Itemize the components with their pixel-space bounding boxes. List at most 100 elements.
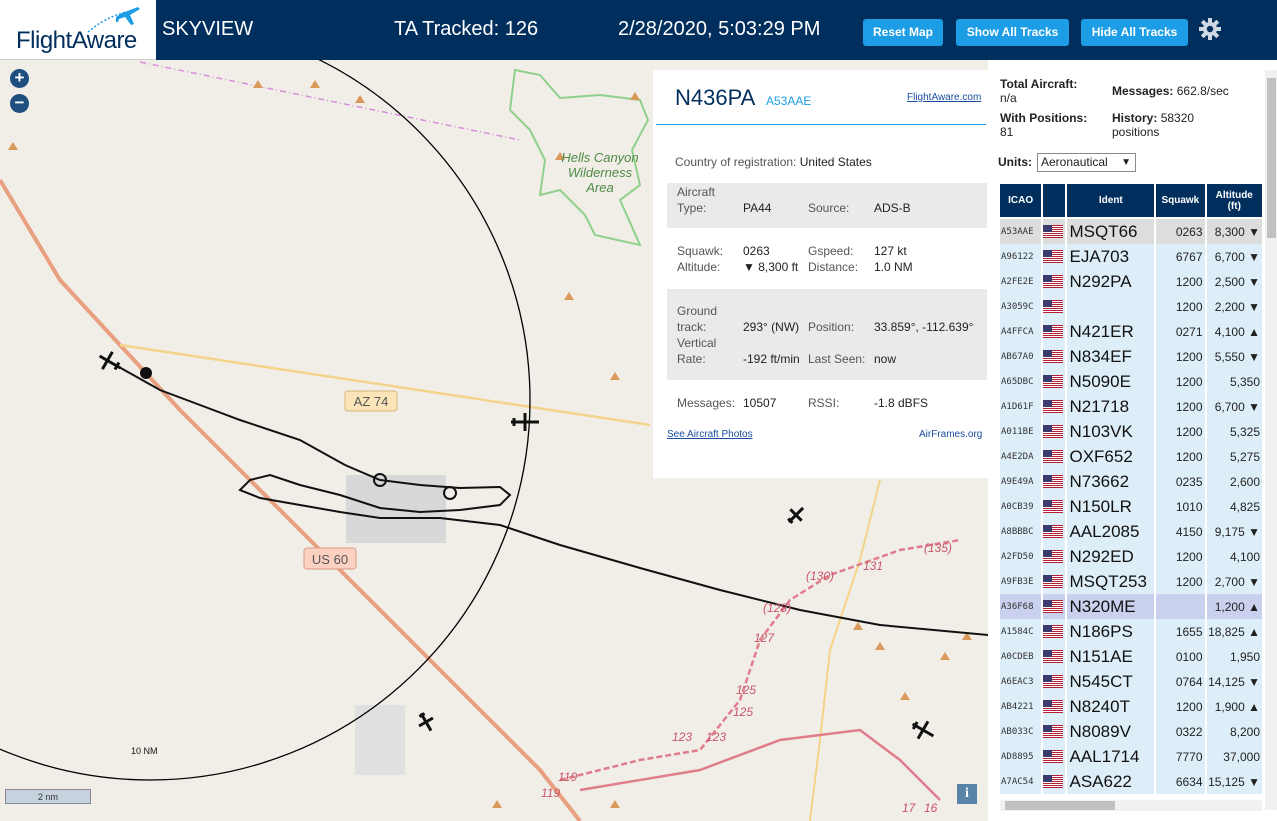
history: History: 58320 positions [1112, 111, 1195, 139]
table-row[interactable]: A1D61F N21718 1200 6,700 ▼ [1000, 394, 1262, 419]
altitude-cell: 2,700 ▼ [1206, 569, 1262, 594]
svg-text:127: 127 [754, 631, 775, 645]
us-flag-icon [1043, 344, 1066, 369]
svg-text:16: 16 [924, 801, 938, 815]
divider [656, 124, 986, 125]
squawk-cell: 0764 [1156, 669, 1205, 694]
scrollbar-thumb[interactable] [1267, 78, 1276, 238]
local-road [809, 479, 881, 821]
table-row[interactable]: A8BBBC AAL2085 4150 9,175 ▼ [1000, 519, 1262, 544]
units-select[interactable]: Aeronautical ▼ [1037, 153, 1136, 172]
range-ring-label: 10 NM [131, 746, 158, 756]
top-bar: FlightAware SKYVIEW TA Tracked: 126 2/28… [0, 0, 1277, 60]
table-row[interactable]: A3059C 1200 2,200 ▼ [1000, 294, 1262, 319]
icao-cell: A011BE [1000, 419, 1042, 444]
svg-text:(135): (135) [924, 541, 952, 555]
icao-cell: A2FD50 [1000, 544, 1042, 569]
table-row[interactable]: A7AC54 ASA622 6634 15,125 ▼ [1000, 769, 1262, 794]
col-flag[interactable] [1043, 184, 1066, 219]
table-row[interactable]: A65DBC N5090E 1200 5,350 [1000, 369, 1262, 394]
altitude-cell: 5,275 [1206, 444, 1262, 469]
gear-icon[interactable] [1197, 16, 1223, 42]
altitude-cell: 37,000 [1206, 744, 1262, 769]
table-row[interactable]: A6EAC3 N545CT 0764 14,125 ▼ [1000, 669, 1262, 694]
info-button[interactable]: i [957, 784, 977, 804]
squawk-cell: 1200 [1156, 269, 1205, 294]
hide-all-tracks-button[interactable]: Hide All Tracks [1081, 19, 1188, 46]
us-flag-icon [1043, 319, 1066, 344]
chevron-down-icon: ▼ [1121, 157, 1131, 168]
table-row[interactable]: A4FFCA N421ER 0271 4,100 ▲ [1000, 319, 1262, 344]
us-flag-icon [1043, 519, 1066, 544]
aircraft-hex: A53AAE [766, 94, 812, 108]
icao-cell: A9FB3E [1000, 569, 1042, 594]
table-row[interactable]: A9FB3E MSQT253 1200 2,700 ▼ [1000, 569, 1262, 594]
type-block: Aircraft Type: PA44 Source: ADS-B [667, 183, 987, 228]
table-row[interactable]: AD8895 AAL1714 7770 37,000 [1000, 744, 1262, 769]
table-row[interactable]: A53AAE MSQT66 0263 8,300 ▼ [1000, 219, 1262, 244]
flightaware-link[interactable]: FlightAware.com [907, 92, 981, 103]
col-squawk[interactable]: Squawk [1156, 184, 1205, 219]
col-altitude[interactable]: Altitude (ft) [1206, 184, 1262, 219]
altitude-cell: 6,700 ▼ [1206, 394, 1262, 419]
ident-cell: N320ME [1067, 594, 1155, 619]
messages-block: Messages: 10507 RSSI: -1.8 dBFS [677, 396, 929, 410]
svg-text:17: 17 [902, 801, 917, 815]
altitude-cell: 5,550 ▼ [1206, 344, 1262, 369]
total-aircraft: Total Aircraft: n/a [1000, 77, 1078, 105]
col-ident[interactable]: Ident [1067, 184, 1155, 219]
icao-cell: A1D61F [1000, 394, 1042, 419]
col-icao[interactable]: ICAO [1000, 184, 1042, 219]
aircraft-photos-link[interactable]: See Aircraft Photos [667, 429, 753, 440]
flightaware-logo[interactable]: FlightAware [0, 0, 156, 60]
svg-text:(128): (128) [763, 601, 791, 615]
icao-cell: A9E49A [1000, 469, 1042, 494]
squawk-cell: 7770 [1156, 744, 1205, 769]
altitude-cell: 18,825 ▲ [1206, 619, 1262, 644]
table-row[interactable]: A4E2DA OXF652 1200 5,275 [1000, 444, 1262, 469]
table-row[interactable]: A1584C N186PS 1655 18,825 ▲ [1000, 619, 1262, 644]
table-row[interactable]: AB033C N8089V 0322 8,200 [1000, 719, 1262, 744]
table-row[interactable]: A011BE N103VK 1200 5,325 [1000, 419, 1262, 444]
table-row[interactable]: A9E49A N73662 0235 2,600 [1000, 469, 1262, 494]
ident-cell: EJA703 [1067, 244, 1155, 269]
squawk-cell: 1200 [1156, 419, 1205, 444]
squawk-block: Squawk: 0263 Gspeed: 127 kt Altitude: ▼ … [677, 244, 913, 274]
table-row[interactable]: A36F68 N320ME 1,200 ▲ [1000, 594, 1262, 619]
svg-text:119: 119 [541, 786, 560, 800]
svg-text:125: 125 [733, 705, 753, 719]
altitude-cell: 4,100 ▲ [1206, 319, 1262, 344]
table-row[interactable]: A96122 EJA703 6767 6,700 ▼ [1000, 244, 1262, 269]
table-row[interactable]: A2FE2E N292PA 1200 2,500 ▼ [1000, 269, 1262, 294]
zoom-out-button[interactable]: − [10, 94, 29, 113]
ident-cell: MSQT253 [1067, 569, 1155, 594]
table-row[interactable]: AB4221 N8240T 1200 1,900 ▲ [1000, 694, 1262, 719]
ident-cell: N186PS [1067, 619, 1155, 644]
icao-cell: A96122 [1000, 244, 1042, 269]
squawk-cell: 1200 [1156, 294, 1205, 319]
show-all-tracks-button[interactable]: Show All Tracks [956, 19, 1069, 46]
ident-cell: N21718 [1067, 394, 1155, 419]
ident-cell: N292ED [1067, 544, 1155, 569]
svg-text:119: 119 [558, 770, 577, 784]
us60-shield: US 60 [303, 547, 357, 570]
icao-cell: AB4221 [1000, 694, 1042, 719]
ident-cell: N150LR [1067, 494, 1155, 519]
altitude-cell: 9,175 ▼ [1206, 519, 1262, 544]
aircraft-registration: N436PA [675, 85, 756, 110]
altitude-cell: 4,825 [1206, 494, 1262, 519]
messages-rate: Messages: 662.8/sec [1112, 84, 1229, 98]
zoom-in-button[interactable]: + [10, 69, 29, 88]
table-row[interactable]: AB67A0 N834EF 1200 5,550 ▼ [1000, 344, 1262, 369]
wilderness-label-3: Area [585, 180, 613, 195]
table-row[interactable]: A0CDEB N151AE 0100 1,950 [1000, 644, 1262, 669]
icao-cell: A2FE2E [1000, 269, 1042, 294]
reset-map-button[interactable]: Reset Map [863, 19, 943, 46]
table-row[interactable]: A2FD50 N292ED 1200 4,100 [1000, 544, 1262, 569]
horizontal-scrollbar-thumb[interactable] [1005, 801, 1115, 810]
airframes-link[interactable]: AirFrames.org [919, 429, 982, 440]
us-flag-icon [1043, 769, 1066, 794]
table-row[interactable]: A0CB39 N150LR 1010 4,825 [1000, 494, 1262, 519]
us-flag-icon [1043, 469, 1066, 494]
aircraft-table: ICAO Ident Squawk Altitude (ft) A53AAE MSQ… [998, 184, 1264, 794]
